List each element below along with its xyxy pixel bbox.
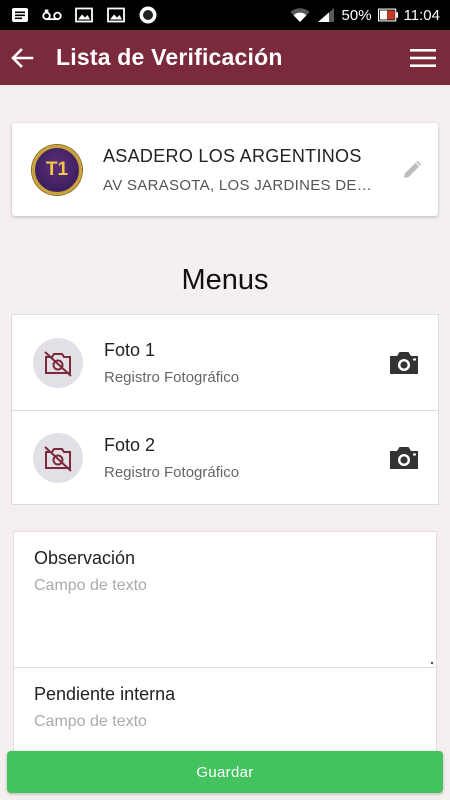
list-item[interactable]: Foto 2 Registro Fotográfico	[12, 410, 438, 505]
section-title: Menus	[181, 264, 269, 296]
photo-text: Foto 2 Registro Fotográfico	[104, 435, 239, 481]
camera-icon	[390, 351, 418, 374]
clock: 11:04	[403, 6, 440, 24]
image-icon	[106, 6, 126, 24]
wifi-icon	[290, 6, 310, 24]
store-badge: T1	[32, 144, 82, 195]
pencil-icon	[404, 160, 422, 178]
arrow-left-icon	[11, 47, 34, 68]
photo-title: Foto 1	[104, 339, 156, 360]
image-icon	[74, 6, 94, 24]
observation-input[interactable]	[34, 577, 416, 595]
menu-button[interactable]	[398, 30, 448, 85]
edit-store-button[interactable]	[400, 158, 424, 182]
app-bar: Lista de Verificación	[0, 30, 450, 85]
circle-app-icon	[138, 6, 158, 24]
store-info: ASADERO LOS ARGENTINOS AV SARASOTA, LOS …	[103, 146, 373, 194]
save-button[interactable]: Guardar	[7, 751, 443, 793]
pending-input[interactable]	[34, 713, 416, 731]
no-photo-icon	[44, 350, 72, 377]
battery-icon	[377, 6, 398, 24]
resize-handle-icon[interactable]	[428, 659, 434, 665]
list-item[interactable]: Foto 1 Registro Fotográfico	[12, 315, 438, 410]
voicemail-icon	[42, 6, 62, 24]
store-address: AV SARASOTA, LOS JARDINES DE COLOMBIA	[103, 176, 373, 194]
page-title: Lista de Verificación	[56, 44, 283, 70]
photo-subtitle: Registro Fotográfico	[104, 368, 240, 386]
observation-label: Observación	[34, 548, 136, 568]
photo-thumbnail	[33, 433, 83, 483]
battery-percent: 50%	[341, 6, 372, 24]
hamburger-menu-icon	[410, 48, 436, 67]
signal-icon	[316, 6, 336, 24]
take-photo-button[interactable]	[388, 445, 420, 471]
back-button[interactable]	[2, 30, 42, 85]
store-name: ASADERO LOS ARGENTINOS	[103, 145, 362, 166]
status-bar: 50% 11:04	[0, 0, 450, 30]
photo-thumbnail	[33, 337, 83, 388]
photo-text: Foto 1 Registro Fotográfico	[104, 340, 239, 386]
photo-title: Foto 2	[104, 435, 156, 455]
camera-icon	[390, 447, 418, 469]
no-photo-icon	[44, 446, 72, 472]
photo-subtitle: Registro Fotográfico	[104, 464, 240, 481]
photo-list: Foto 1 Registro Fotográfico Foto 2 Regis…	[11, 314, 439, 505]
store-card[interactable]: T1 ASADERO LOS ARGENTINOS AV SARASOTA, L…	[12, 123, 438, 216]
pending-field: Pendiente interna	[14, 668, 436, 731]
message-icon	[10, 6, 30, 24]
take-photo-button[interactable]	[388, 350, 420, 376]
pending-label: Pendiente interna	[34, 684, 176, 704]
status-right-icons: 50% 11:04	[290, 6, 440, 24]
status-left-icons	[10, 6, 158, 24]
observation-field: Observación	[14, 532, 436, 668]
form: Observación Pendiente interna	[13, 531, 437, 761]
